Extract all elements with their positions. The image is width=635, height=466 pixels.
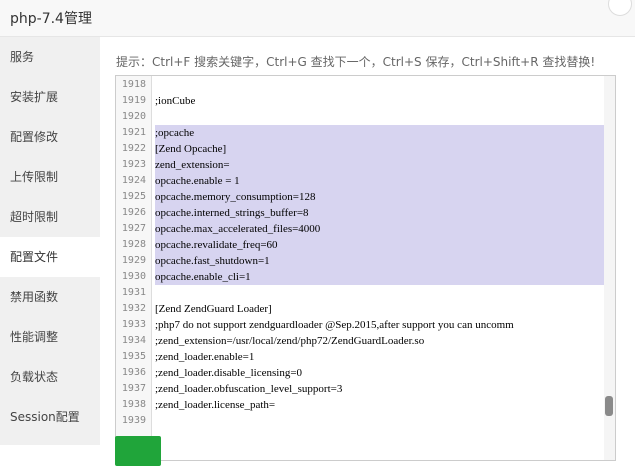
code-line: 1923 zend_extension= [116, 157, 615, 173]
code-line: 1927 opcache.max_accelerated_files=4000 [116, 221, 615, 237]
line-number: 1927 [121, 223, 146, 234]
line-code[interactable]: opcache.memory_consumption=128 [155, 189, 615, 205]
line-code[interactable]: opcache.max_accelerated_files=4000 [155, 221, 615, 237]
line-number: 1923 [121, 159, 146, 170]
editor-scrollbar[interactable] [604, 76, 615, 460]
line-number: 1934 [121, 335, 146, 346]
line-number: 1921 [121, 127, 146, 138]
line-code[interactable]: ;zend_loader.disable_licensing=0 [155, 365, 605, 381]
save-button[interactable] [115, 436, 161, 466]
line-number: 1931 [121, 287, 146, 298]
sidebar-item[interactable]: 服务 [0, 37, 100, 77]
line-number: 1924 [121, 175, 146, 186]
line-number: 1932 [121, 303, 146, 314]
line-code[interactable]: ;zend_loader.enable=1 [155, 349, 605, 365]
line-number: 1926 [121, 207, 146, 218]
code-line: 1939 [116, 413, 605, 429]
window-title: php-7.4管理 [10, 11, 92, 27]
line-number: 1928 [121, 239, 146, 250]
hint-text: 提示：Ctrl+F 搜索关键字，Ctrl+G 查找下一个，Ctrl+S 保存，C… [116, 55, 596, 69]
code-line: 1937 ;zend_loader.obfuscation_level_suppo… [116, 381, 605, 397]
code-line: 1935 ;zend_loader.enable=1 [116, 349, 605, 365]
line-number: 1919 [121, 95, 146, 106]
line-code[interactable]: opcache.interned_strings_buffer=8 [155, 205, 615, 221]
code-line: 1932 [Zend ZendGuard Loader] [116, 301, 605, 317]
code-line: 1933 ;php7 do not support zendguardloader… [116, 317, 605, 333]
line-code[interactable]: ;zend_loader.obfuscation_level_support=3 [155, 381, 605, 397]
code-line: 1924 opcache.enable = 1 [116, 173, 615, 189]
line-code[interactable]: opcache.enable = 1 [155, 173, 615, 189]
line-number: 1925 [121, 191, 146, 202]
line-number: 1936 [121, 367, 146, 378]
scrollbar-thumb[interactable] [605, 396, 613, 416]
editor-lines: 1918 1919 ;ionCube 1920 1921 ;opcache 1922 [Zen… [116, 77, 615, 429]
code-line: 1925 opcache.memory_consumption=128 [116, 189, 615, 205]
code-line: 1926 opcache.interned_strings_buffer=8 [116, 205, 615, 221]
code-line: 1920 [116, 109, 605, 125]
line-code[interactable]: opcache.revalidate_freq=60 [155, 237, 615, 253]
line-number: 1939 [121, 415, 146, 426]
code-line: 1928 opcache.revalidate_freq=60 [116, 237, 615, 253]
sidebar-item[interactable]: 性能调整 [0, 317, 100, 357]
code-line: 1930 opcache.enable_cli=1 [116, 269, 615, 285]
sidebar-item[interactable]: Session配置 [0, 397, 100, 437]
line-code[interactable]: zend_extension= [155, 157, 615, 173]
line-number: 1922 [121, 143, 146, 154]
sidebar-item[interactable]: 负载状态 [0, 357, 100, 397]
line-code[interactable]: [Zend Opcache] [155, 141, 615, 157]
code-editor[interactable]: 1918 1919 ;ionCube 1920 1921 ;opcache 1922 [Zen… [115, 75, 616, 461]
code-line: 1922 [Zend Opcache] [116, 141, 615, 157]
title-bar: php-7.4管理 [0, 0, 635, 37]
code-line: 1938 ;zend_loader.license_path= [116, 397, 605, 413]
line-number: 1918 [121, 79, 146, 90]
line-code[interactable]: ;zend_loader.license_path= [155, 397, 605, 413]
code-line: 1921 ;opcache [116, 125, 615, 141]
line-number: 1933 [121, 319, 146, 330]
line-code[interactable]: ;opcache [155, 125, 615, 141]
sidebar-item[interactable]: 超时限制 [0, 197, 100, 237]
line-code[interactable]: ;zend_extension=/usr/local/zend/php72/Ze… [155, 333, 605, 349]
line-number: 1930 [121, 271, 146, 282]
code-line: 1918 [116, 77, 605, 93]
sidebar-item[interactable]: 上传限制 [0, 157, 100, 197]
code-line: 1929 opcache.fast_shutdown=1 [116, 253, 615, 269]
line-code[interactable]: ;php7 do not support zendguardloader @Se… [155, 317, 605, 333]
line-number: 1938 [121, 399, 146, 410]
code-line: 1934 ;zend_extension=/usr/local/zend/php7… [116, 333, 605, 349]
line-number: 1920 [121, 111, 146, 122]
sidebar-item[interactable]: 安装扩展 [0, 77, 100, 117]
code-line: 1919 ;ionCube [116, 93, 605, 109]
line-code[interactable]: opcache.fast_shutdown=1 [155, 253, 615, 269]
main-panel: 提示：Ctrl+F 搜索关键字，Ctrl+G 查找下一个，Ctrl+S 保存，C… [100, 37, 635, 466]
sidebar-item[interactable]: 配置文件 [0, 237, 100, 277]
code-line: 1936 ;zend_loader.disable_licensing=0 [116, 365, 605, 381]
line-number: 1937 [121, 383, 146, 394]
line-number: 1935 [121, 351, 146, 362]
line-number: 1929 [121, 255, 146, 266]
line-code[interactable]: ;ionCube [155, 93, 605, 109]
code-line: 1931 [116, 285, 605, 301]
sidebar-item[interactable]: 禁用函数 [0, 277, 100, 317]
sidebar: 服务 安装扩展 配置修改 上传限制 超时限制 配置文件 禁用函数 性能调整 负载状态 Sessio… [0, 37, 100, 445]
line-code[interactable]: [Zend ZendGuard Loader] [155, 301, 605, 317]
sidebar-item[interactable]: 配置修改 [0, 117, 100, 157]
line-code[interactable]: opcache.enable_cli=1 [155, 269, 615, 285]
